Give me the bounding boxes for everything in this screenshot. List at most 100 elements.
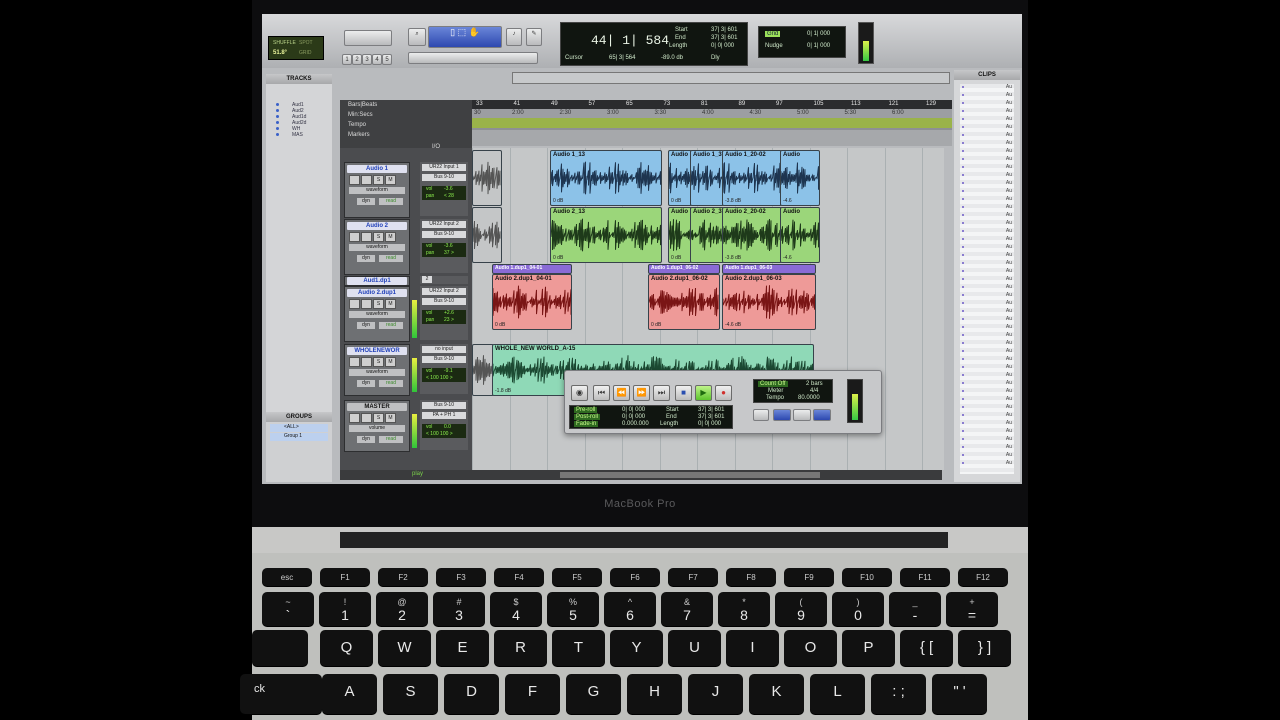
- input-selector[interactable]: UR22 Input 1: [422, 164, 466, 171]
- clip-list[interactable]: Au Au Au Au Au Au Au Au Au Au Au Au Au Au Au Au Au Au Au Au…: [960, 84, 1014, 474]
- volume-pan-display[interactable]: vol -3.6 pan < 28: [422, 186, 466, 200]
- merge-button[interactable]: [793, 409, 811, 421]
- output-selector[interactable]: Bus 9-10: [422, 356, 466, 363]
- grid-setting[interactable]: 0| 1| 000: [807, 31, 830, 37]
- clip-list-item[interactable]: Au: [1006, 228, 1012, 234]
- track-name[interactable]: Audio 1: [347, 165, 407, 173]
- audio-clip[interactable]: Audio 1_31: [690, 150, 724, 206]
- audio-clip[interactable]: Audio -4.6: [780, 207, 820, 263]
- tempo-value[interactable]: 80.0000: [798, 395, 820, 401]
- track-input-monitor-button[interactable]: [361, 357, 372, 367]
- volume-pan-display[interactable]: vol +2.6 pan 23 >: [422, 310, 466, 324]
- track-name[interactable]: Audio 2.dup1: [347, 289, 407, 297]
- track-view-selector[interactable]: volume: [349, 425, 405, 432]
- audio-clip[interactable]: Audio 2.dup1_06-02 0 dB: [648, 274, 720, 330]
- dyn-button[interactable]: dyn: [357, 255, 375, 262]
- track-name[interactable]: WHOLENEWOR: [347, 347, 407, 355]
- input-selector[interactable]: no input: [422, 346, 466, 353]
- selection-length[interactable]: 0| 0| 000: [711, 43, 734, 49]
- mode-shuffle[interactable]: SHUFFLE: [273, 40, 296, 46]
- grid-label[interactable]: Grid: [765, 31, 781, 37]
- dyn-button[interactable]: dyn: [357, 380, 375, 387]
- clip-list-item[interactable]: Au: [1006, 164, 1012, 170]
- wait-for-note-button[interactable]: [773, 409, 791, 421]
- zoom-buttons[interactable]: [344, 30, 392, 46]
- audio-clip[interactable]: Audio 1.dup1_06-03: [722, 264, 816, 274]
- mode-spot[interactable]: SPOT: [299, 40, 313, 46]
- speaker-tool[interactable]: ♪: [506, 28, 522, 46]
- clip-list-item[interactable]: Au: [1006, 444, 1012, 450]
- selection-end[interactable]: 37| 3| 601: [711, 35, 737, 41]
- audio-clip[interactable]: [472, 344, 494, 396]
- nudge-label[interactable]: Nudge: [765, 43, 783, 49]
- fadein-value[interactable]: 0.000.000: [622, 421, 649, 427]
- volume-value[interactable]: +2.6: [444, 310, 454, 317]
- clip-list-item[interactable]: Au: [1006, 436, 1012, 442]
- group-all[interactable]: <ALL>: [270, 424, 328, 432]
- transport-start[interactable]: 37| 3| 601: [698, 407, 724, 413]
- input-selector[interactable]: Bus 9-10: [422, 402, 466, 409]
- volume-pan-display[interactable]: vol 0.0 < 100 100 >: [422, 424, 466, 438]
- track-input-monitor-button[interactable]: [361, 299, 372, 309]
- ruler-label-markers[interactable]: Markers: [348, 132, 370, 138]
- automation-mode[interactable]: read: [379, 198, 403, 205]
- volume-pan-display[interactable]: vol -9.1 < 100 100 >: [422, 368, 466, 382]
- countoff-label[interactable]: Count Off: [758, 381, 788, 387]
- clip-list-item[interactable]: Au: [1006, 284, 1012, 290]
- pan-value[interactable]: 37 >: [444, 250, 454, 257]
- go-to-end-button[interactable]: ⏭: [653, 385, 670, 401]
- grid-nudge-display[interactable]: Grid 0| 1| 000 Nudge 0| 1| 000: [758, 26, 846, 58]
- volume-value[interactable]: -3.6: [444, 186, 453, 193]
- edit-tools-group[interactable]: ▯ ⬚ ✋: [428, 26, 502, 48]
- audio-clip[interactable]: Audio 1_20-02 -3.8 dB: [722, 150, 782, 206]
- pencil-tool[interactable]: ✎: [526, 28, 542, 46]
- tempo-map-button[interactable]: [813, 409, 831, 421]
- zoom-preset-button[interactable]: 2: [352, 54, 362, 65]
- pan-value[interactable]: < 28: [444, 193, 454, 200]
- horizontal-scrollbar[interactable]: [560, 472, 820, 478]
- audio-clip[interactable]: Audio 2_13 0 dB: [550, 207, 662, 263]
- input-selector[interactable]: UR22 Input 2: [422, 221, 466, 228]
- audio-clip[interactable]: Audio 1.dup1_06-02: [648, 264, 720, 274]
- clip-list-item[interactable]: Au: [1006, 348, 1012, 354]
- track-view-selector[interactable]: waveform: [349, 187, 405, 194]
- input-selector[interactable]: UR22 Input 2: [422, 288, 466, 295]
- clip-list-item[interactable]: Au: [1006, 100, 1012, 106]
- volume-pan-display[interactable]: vol -3.6 pan 37 >: [422, 243, 466, 257]
- clip-list-item[interactable]: Au: [1006, 268, 1012, 274]
- return-to-zero-button[interactable]: ⏮: [593, 385, 610, 401]
- tempo-ruler[interactable]: [472, 118, 952, 128]
- transport-length[interactable]: 0| 0| 000: [698, 421, 721, 427]
- track-mute-button[interactable]: M: [385, 175, 396, 185]
- output-selector[interactable]: Bus 9-10: [422, 298, 466, 305]
- clip-list-item[interactable]: Au: [1006, 300, 1012, 306]
- audio-clip[interactable]: [472, 150, 502, 206]
- track-mute-button[interactable]: M: [385, 357, 396, 367]
- minsecs-ruler[interactable]: 30 2:00 2:30 3:00 3:30 4:00 4:30 5:00 5:30 6:00: [472, 109, 952, 118]
- selection-start[interactable]: 37| 3| 601: [711, 27, 737, 33]
- nudge-setting[interactable]: 0| 1| 000: [807, 43, 830, 49]
- track-visible-dot[interactable]: [276, 115, 279, 118]
- rewind-button[interactable]: ⏪: [613, 385, 630, 401]
- record-button[interactable]: ●: [715, 385, 732, 401]
- track-input-monitor-button[interactable]: [361, 175, 372, 185]
- clip-list-item[interactable]: Au: [1006, 220, 1012, 226]
- clip-list-item[interactable]: Au: [1006, 364, 1012, 370]
- track-solo-button[interactable]: S: [373, 175, 384, 185]
- clip-list-item[interactable]: Au: [1006, 316, 1012, 322]
- clip-list-item[interactable]: Au: [1006, 380, 1012, 386]
- track-view-selector[interactable]: waveform: [349, 311, 405, 318]
- track-mute-button[interactable]: M: [385, 232, 396, 242]
- bars-ruler[interactable]: 33 41 49 57 65 73 81 89 97 105 113 121 129: [472, 100, 952, 109]
- audio-clip[interactable]: Audio -4.6: [780, 150, 820, 206]
- track-visible-dot[interactable]: [276, 127, 279, 130]
- clip-list-item[interactable]: Au: [1006, 108, 1012, 114]
- track-record-button[interactable]: [349, 175, 360, 185]
- automation-mode[interactable]: read: [379, 255, 403, 262]
- audio-clip[interactable]: Audio 2.dup1_06-03 -4.6 dB: [722, 274, 816, 330]
- clip-list-item[interactable]: Au: [1006, 420, 1012, 426]
- track-record-button[interactable]: [349, 413, 360, 423]
- clip-list-item[interactable]: Au: [1006, 460, 1012, 466]
- transport-end[interactable]: 37| 3| 601: [698, 414, 724, 420]
- preroll-value[interactable]: 0| 0| 000: [622, 407, 645, 413]
